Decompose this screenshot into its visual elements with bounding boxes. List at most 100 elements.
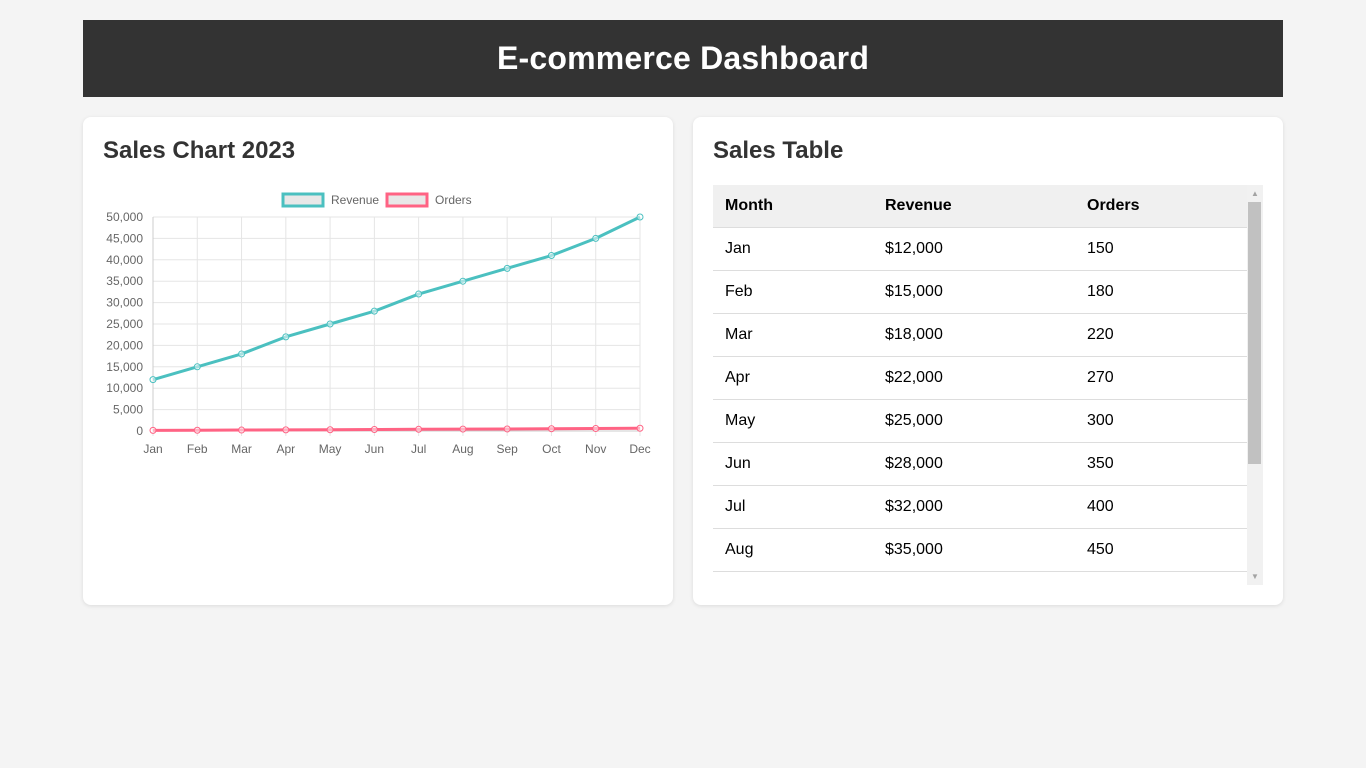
cell-orders: 450 — [1075, 528, 1247, 572]
series-line-revenue — [152, 215, 641, 382]
y-tick-label: 5,000 — [113, 403, 143, 417]
table-row: Aug $35,000 450 — [713, 528, 1247, 572]
cell-month: Jan — [713, 227, 873, 271]
data-point-orders — [149, 426, 157, 434]
cell-revenue: $18,000 — [873, 313, 1075, 357]
x-tick-label: Feb — [187, 442, 208, 456]
table-row: Feb $15,000 180 — [713, 270, 1247, 314]
x-tick-label: Apr — [276, 442, 295, 456]
x-tick-label: Oct — [542, 442, 561, 456]
table-row: Apr $22,000 270 — [713, 356, 1247, 400]
cell-revenue: $25,000 — [873, 399, 1075, 443]
table-row: May $25,000 300 — [713, 399, 1247, 443]
y-tick-label: 0 — [136, 424, 143, 438]
x-tick-label: Dec — [629, 442, 650, 456]
sales-table-scroll-area[interactable]: Month Revenue Orders Jan $12,000 150 Feb… — [713, 185, 1263, 585]
series-line-orders — [152, 426, 641, 432]
cell-month: Aug — [713, 528, 873, 572]
sales-chart-card: Sales Chart 2023 0 5,000 10,000 15,000 20,00… — [83, 117, 673, 605]
legend-label-revenue: Revenue — [331, 193, 379, 207]
cell-orders: 270 — [1075, 356, 1247, 400]
data-point-revenue — [238, 350, 246, 358]
legend-swatch-orders — [385, 192, 429, 208]
vertical-scrollbar[interactable]: ▲ ▼ — [1247, 185, 1263, 585]
cell-month: Jun — [713, 442, 873, 486]
sales-line-chart: 0 5,000 10,000 15,000 20,000 25,000 30,000 35,0… — [106, 192, 651, 456]
data-point-revenue — [282, 333, 290, 341]
legend-swatch-revenue — [281, 192, 325, 208]
y-tick-label: 40,000 — [106, 253, 143, 267]
data-point-orders — [326, 426, 334, 434]
data-point-revenue — [326, 320, 334, 328]
x-tick-label: May — [319, 442, 342, 456]
data-point-orders — [370, 426, 378, 434]
page-title: E-commerce Dashboard — [496, 40, 870, 76]
cell-orders: 150 — [1075, 227, 1247, 271]
scrollbar-thumb[interactable] — [1248, 202, 1261, 464]
dashboard-header: E-commerce Dashboard — [83, 20, 1283, 97]
x-tick-label: Aug — [452, 442, 473, 456]
scroll-down-arrow-icon[interactable]: ▼ — [1247, 568, 1263, 585]
x-tick-label: Nov — [585, 442, 606, 456]
table-row: Mar $18,000 220 — [713, 313, 1247, 357]
table-card-title: Sales Table — [713, 137, 844, 164]
legend-label-orders: Orders — [435, 193, 472, 207]
cell-orders: 180 — [1075, 270, 1247, 314]
x-tick-label: Mar — [231, 442, 252, 456]
data-point-revenue — [370, 307, 378, 315]
column-header-month[interactable]: Month — [713, 185, 873, 228]
cell-orders: 400 — [1075, 485, 1247, 529]
y-tick-label: 15,000 — [106, 360, 143, 374]
data-point-orders — [415, 425, 423, 433]
cell-revenue: $15,000 — [873, 270, 1075, 314]
cell-revenue: $22,000 — [873, 356, 1075, 400]
cell-month: Apr — [713, 356, 873, 400]
y-tick-label: 20,000 — [106, 338, 143, 352]
y-tick-label: 45,000 — [106, 231, 143, 245]
x-tick-label: Sep — [497, 442, 519, 456]
y-tick-label: 25,000 — [106, 317, 143, 331]
table-row: Jan $12,000 150 — [713, 227, 1247, 271]
cell-revenue: $12,000 — [873, 227, 1075, 271]
cell-month: Feb — [713, 270, 873, 314]
data-point-revenue — [592, 234, 600, 242]
column-header-revenue[interactable]: Revenue — [873, 185, 1075, 228]
data-point-revenue — [149, 376, 157, 384]
cell-orders: 350 — [1075, 442, 1247, 486]
data-point-orders — [238, 426, 246, 434]
x-tick-label: Jan — [143, 442, 162, 456]
x-tick-label: Jul — [411, 442, 426, 456]
table-header-row: Month Revenue Orders — [713, 185, 1247, 228]
cell-orders: 220 — [1075, 313, 1247, 357]
cell-orders: 300 — [1075, 399, 1247, 443]
cell-revenue: $32,000 — [873, 485, 1075, 529]
data-point-orders — [636, 424, 644, 432]
data-point-orders — [282, 426, 290, 434]
cell-revenue: $35,000 — [873, 528, 1075, 572]
cell-revenue: $28,000 — [873, 442, 1075, 486]
sales-table: Month Revenue Orders Jan $12,000 150 Feb… — [713, 185, 1247, 572]
data-point-revenue — [415, 290, 423, 298]
column-header-orders[interactable]: Orders — [1075, 185, 1247, 228]
y-tick-label: 50,000 — [106, 210, 143, 224]
table-row: Jun $28,000 350 — [713, 442, 1247, 486]
y-tick-label: 30,000 — [106, 296, 143, 310]
cell-month: May — [713, 399, 873, 443]
cell-month: Jul — [713, 485, 873, 529]
x-tick-label: Jun — [365, 442, 384, 456]
data-point-orders — [592, 425, 600, 433]
sales-table-card: Sales Table Month Revenue Orders Jan $12… — [693, 117, 1283, 605]
scroll-up-arrow-icon[interactable]: ▲ — [1247, 185, 1263, 202]
y-tick-label: 35,000 — [106, 274, 143, 288]
data-point-orders — [503, 425, 511, 433]
data-point-orders — [547, 425, 555, 433]
data-point-revenue — [193, 363, 201, 371]
data-point-revenue — [636, 213, 644, 221]
table-row: Jul $32,000 400 — [713, 485, 1247, 529]
data-point-revenue — [503, 264, 511, 272]
y-tick-label: 10,000 — [106, 381, 143, 395]
data-point-orders — [193, 426, 201, 434]
data-point-revenue — [459, 277, 467, 285]
data-point-revenue — [547, 252, 555, 260]
cell-month: Mar — [713, 313, 873, 357]
